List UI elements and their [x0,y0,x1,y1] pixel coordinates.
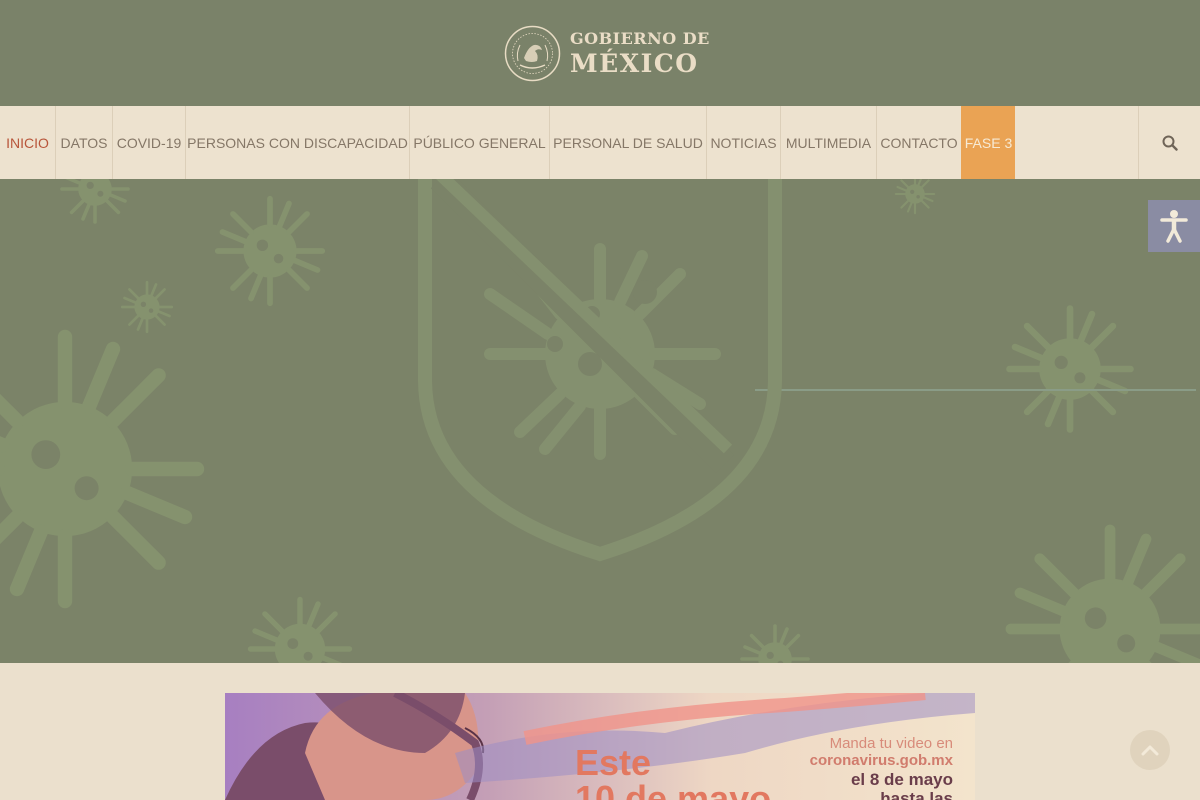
promo-banner[interactable]: Este 10 de mayo Manda tu video en corona… [225,693,975,800]
accessibility-button[interactable] [1148,200,1200,252]
logo-line-2: MÉXICO [570,49,699,78]
banner-line-2: coronavirus.gob.mx [809,752,953,770]
nav-item-personas-con-discapacidad[interactable]: PERSONAS CON DISCAPACIDAD [185,106,409,179]
virus-shield-icon [418,179,782,562]
hero-background [0,179,1200,663]
accessibility-icon [1160,210,1188,243]
nav-item-personal-de-salud[interactable]: PERSONAL DE SALUD [549,106,706,179]
nav-item-inicio[interactable]: INICIO [0,106,55,179]
escudo-nacional-icon [504,25,561,82]
site-header: GOBIERNO DE MÉXICO [0,0,1200,106]
banner-line-1: Manda tu video en [829,735,953,752]
banner-headline-2: 10 de mayo [575,778,772,800]
hero-banner [0,179,1200,663]
nav-item-multimedia[interactable]: MULTIMEDIA [780,106,876,179]
nav-item-publico-general[interactable]: PÚBLICO GENERAL [409,106,549,179]
banner-line-4: hasta las [880,789,953,800]
nav-item-noticias[interactable]: NOTICIAS [706,106,780,179]
nav-item-covid-19[interactable]: COVID-19 [112,106,185,179]
nav-item-datos[interactable]: DATOS [55,106,112,179]
search-icon [1162,135,1178,151]
main-nav: INICIO DATOS COVID-19 PERSONAS CON DISCA… [0,106,1200,179]
back-to-top-button[interactable] [1130,730,1170,770]
nav-item-fase-3[interactable]: FASE 3 [961,106,1015,179]
nav-item-contacto[interactable]: CONTACTO [876,106,961,179]
banner-line-3: el 8 de mayo [850,769,953,789]
search-button[interactable] [1138,106,1200,179]
gobierno-logo[interactable]: GOBIERNO DE MÉXICO [504,25,710,82]
banner-headline-1: Este [575,742,652,783]
chevron-up-icon [1141,745,1159,756]
logo-line-1: GOBIERNO DE [570,29,710,48]
